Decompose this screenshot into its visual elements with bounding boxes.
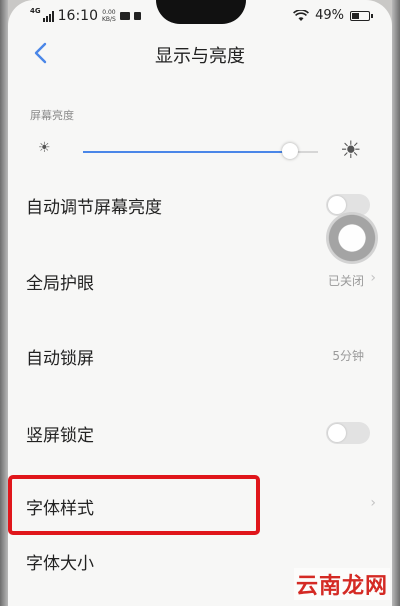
brightness-low-icon: ☀ [38, 140, 51, 156]
assistive-touch-ball[interactable] [326, 212, 378, 264]
battery-icon [350, 10, 373, 21]
brightness-high-icon: ☀ [340, 136, 362, 164]
phone-bezel-right [392, 0, 400, 606]
video-icon [119, 12, 130, 20]
status-right: 49% [293, 8, 373, 23]
toggle-knob [328, 196, 346, 214]
setting-label: 自动调节屏幕亮度 [26, 198, 162, 218]
page-title: 显示与亮度 [155, 46, 245, 67]
setting-portrait-lock[interactable]: 竖屏锁定 [8, 408, 392, 458]
toggle-knob [328, 424, 346, 442]
network-speed-unit: KB/S [101, 16, 116, 23]
setting-value: 已关闭 [327, 274, 364, 288]
brightness-slider-fill [83, 151, 290, 153]
signal-icon [42, 10, 54, 22]
highlight-box [8, 475, 260, 535]
setting-label: 自动锁屏 [26, 349, 94, 369]
chevron-right-icon: › [370, 270, 376, 286]
setting-auto-lock[interactable]: 自动锁屏 5分钟 [8, 331, 392, 381]
network-speed-value: 0.00 [102, 9, 116, 16]
message-icon [133, 12, 141, 20]
status-time: 16:10 [57, 8, 98, 24]
status-left: 4G 16:10 0.00 KB/S [30, 7, 141, 24]
brightness-section-label: 屏幕亮度 [30, 109, 74, 122]
setting-label: 字体大小 [26, 554, 94, 574]
brightness-slider[interactable] [83, 143, 318, 159]
phone-bezel-left [0, 0, 8, 606]
brightness-slider-thumb[interactable] [281, 143, 298, 159]
setting-value: 5分钟 [332, 349, 364, 363]
status-bar: 4G 16:10 0.00 KB/S 49% [8, 0, 392, 34]
chevron-right-icon: › [370, 495, 376, 511]
watermark-logo: 云南龙网 [293, 568, 390, 600]
setting-label: 全局护眼 [26, 274, 94, 294]
battery-percent: 49% [315, 8, 344, 23]
setting-eye-protection[interactable]: 全局护眼 已关闭 › [8, 256, 392, 306]
setting-label: 竖屏锁定 [26, 426, 94, 446]
wifi-icon [293, 9, 310, 21]
page-header: 显示与亮度 [8, 34, 392, 78]
brightness-slider-row: ☀ ☀ [8, 136, 392, 168]
portrait-lock-toggle[interactable] [326, 422, 370, 444]
network-speed: 0.00 KB/S [102, 9, 116, 23]
network-type: 4G [30, 7, 41, 15]
